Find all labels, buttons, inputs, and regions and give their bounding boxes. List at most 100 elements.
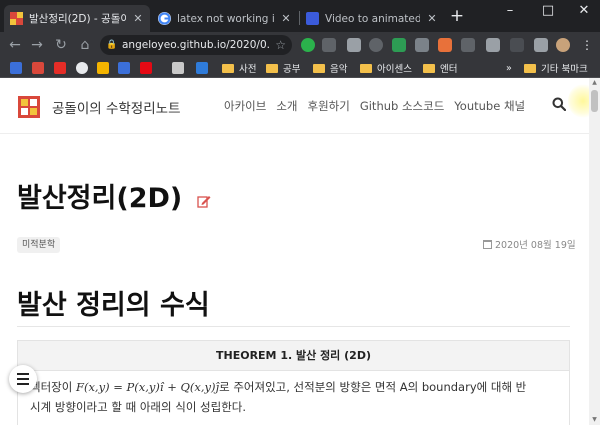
forward-button[interactable]: →: [28, 36, 46, 54]
bookmarks-overflow-button[interactable]: »: [506, 61, 512, 75]
extension-green-icon[interactable]: [301, 38, 315, 52]
scrollbar-thumb[interactable]: [591, 90, 598, 112]
category-tag[interactable]: 미적분학: [17, 237, 61, 253]
bookmark-youtube-icon[interactable]: [54, 62, 66, 74]
tab-latex[interactable]: latex not working in gith ✕: [152, 5, 298, 32]
reload-button[interactable]: ↻: [52, 36, 70, 54]
theorem-body: 벡터장이 F(x,y) = P(x,y)î + Q(x,y)ĵ로 주어져있고, …: [18, 371, 569, 423]
close-window-button[interactable]: ✕: [566, 0, 600, 22]
profile-avatar[interactable]: [556, 38, 570, 52]
site-nav: 아카이브 소개 후원하기 Github 소스코드 Youtube 채널: [224, 98, 525, 114]
theorem-box: THEOREM 1. 발산 정리 (2D) 벡터장이 F(x,y) = P(x,…: [17, 340, 570, 425]
tab-close-icon[interactable]: ✕: [280, 12, 292, 25]
bookmark-netflix-icon[interactable]: [140, 62, 152, 74]
menu-toggle-button[interactable]: [9, 365, 37, 393]
menu-bar: [17, 378, 29, 380]
nav-archive-link[interactable]: 아카이브: [224, 98, 266, 114]
scroll-down-arrow-icon[interactable]: ▼: [589, 415, 600, 425]
folder-icon: [313, 63, 325, 73]
bookmark-github-icon[interactable]: [76, 62, 88, 74]
extension-gray-icon[interactable]: [322, 38, 336, 52]
bookmark-g-icon[interactable]: [196, 62, 208, 74]
calendar-icon: [483, 239, 492, 249]
bookmark-folder-other[interactable]: 기타 북마크: [524, 61, 588, 75]
minimize-button[interactable]: –: [492, 0, 528, 22]
post-date-text: 2020년 08월 19일: [495, 240, 576, 251]
tab-close-icon[interactable]: ✕: [426, 12, 438, 25]
tab-active[interactable]: 발산정리(2D) - 공돌이의 ✕: [4, 5, 150, 32]
section-heading: 발산 정리의 수식: [17, 290, 210, 321]
google-favicon-icon: [158, 12, 171, 25]
bookmark-ads-icon[interactable]: [97, 62, 109, 74]
extensions-puzzle-icon[interactable]: [534, 38, 548, 52]
lock-icon: 🔒: [106, 40, 118, 50]
page-title: 발산정리(2D): [17, 183, 183, 214]
folder-icon: [266, 63, 278, 73]
bookmark-calendar-icon[interactable]: [10, 62, 22, 74]
tab-title: 발산정리(2D) - 공돌이의: [29, 13, 126, 25]
browser-menu-icon[interactable]: ⋮: [580, 38, 594, 52]
folder-icon: [360, 63, 372, 73]
bookmark-site-icon[interactable]: [32, 62, 44, 74]
bookmarks-bar: 사전 공부 음악 아이센스 엔터 » 기타 북마크: [0, 58, 600, 78]
new-tab-button[interactable]: +: [448, 7, 466, 25]
bookmark-drive-icon[interactable]: [118, 62, 130, 74]
theorem-line-1: 벡터장이 F(x,y) = P(x,y)î + Q(x,y)ĵ로 주어져있고, …: [30, 377, 557, 397]
browser-window: 발산정리(2D) - 공돌이의 ✕ latex not working in g…: [0, 0, 600, 425]
site-header: 공돌이의 수학정리노트 아카이브 소개 후원하기 Github 소스코드 You…: [0, 78, 600, 134]
bookmark-folder-study[interactable]: 공부: [266, 61, 300, 75]
nav-youtube-link[interactable]: Youtube 채널: [454, 98, 525, 114]
back-button[interactable]: ←: [6, 36, 24, 54]
extension-pin-icon[interactable]: [369, 38, 383, 52]
theorem-suffix: 로 주어져있고, 선적분의 방향은 면적 A의 boundary에 대해 반: [219, 380, 527, 394]
tab-video[interactable]: Video to animated GIF c ✕: [300, 5, 444, 32]
bookmark-folder-isens[interactable]: 아이센스: [360, 61, 412, 75]
extension-printer-icon[interactable]: [415, 38, 429, 52]
extension-orange-icon[interactable]: [438, 38, 452, 52]
scroll-up-arrow-icon[interactable]: ▲: [589, 78, 600, 88]
home-button[interactable]: ⌂: [76, 36, 94, 54]
theorem-line-2: 시계 방향이라고 할 때 아래의 식이 성립한다.: [30, 400, 247, 414]
nav-donate-link[interactable]: 후원하기: [308, 98, 350, 114]
nav-github-link[interactable]: Github 소스코드: [360, 98, 444, 114]
bookmark-star-icon[interactable]: ☆: [275, 38, 286, 52]
tab-bar: 발산정리(2D) - 공돌이의 ✕ latex not working in g…: [0, 0, 600, 32]
folder-icon: [423, 63, 435, 73]
maximize-button[interactable]: □: [530, 0, 566, 22]
search-icon[interactable]: [552, 97, 566, 111]
site-name-link[interactable]: 공돌이의 수학정리노트: [52, 97, 181, 117]
extension-box-icon[interactable]: [486, 38, 500, 52]
bookmark-folder-label: 사전: [239, 64, 257, 75]
bookmark-folder-label: 음악: [330, 64, 348, 75]
extension-info-icon[interactable]: [347, 38, 361, 52]
heading-divider: [17, 326, 570, 327]
folder-icon: [222, 63, 234, 73]
web-page: 공돌이의 수학정리노트 아카이브 소개 후원하기 Github 소스코드 You…: [0, 78, 600, 425]
menu-bar: [17, 373, 29, 375]
bookmark-folder-entertainment[interactable]: 엔터: [423, 61, 457, 75]
theorem-formula: F(x,y) = P(x,y)î + Q(x,y)ĵ: [75, 380, 220, 394]
site-favicon-icon: [10, 12, 23, 25]
browser-toolbar: ← → ↻ ⌂ 🔒 angeloyeo.github.io/2020/0... …: [0, 32, 600, 58]
post-date: 2020년 08월 19일: [483, 237, 576, 251]
tab-title: latex not working in gith: [177, 12, 274, 25]
evernote-extension-icon[interactable]: [392, 38, 406, 52]
address-bar[interactable]: 🔒 angeloyeo.github.io/2020/0... ☆: [100, 35, 292, 55]
tab-close-icon[interactable]: ✕: [132, 12, 144, 25]
tab-title: Video to animated GIF c: [325, 12, 420, 25]
nav-about-link[interactable]: 소개: [276, 98, 297, 114]
scrollbar[interactable]: ▲ ▼: [589, 78, 600, 425]
bookmark-folder-music[interactable]: 음악: [313, 61, 347, 75]
folder-icon: [524, 63, 536, 73]
bookmark-folder-label: 기타 북마크: [541, 64, 588, 75]
bookmark-folder-dictionary[interactable]: 사전: [222, 61, 256, 75]
bookmark-folder-label: 아이센스: [377, 64, 412, 75]
bookmark-folder-label: 엔터: [440, 64, 458, 75]
extension-tiles-icon[interactable]: [461, 38, 475, 52]
menu-bar: [17, 383, 29, 385]
bookmark-flag-icon[interactable]: [172, 62, 184, 74]
edit-icon[interactable]: [197, 194, 211, 208]
extension-rocket-icon[interactable]: [510, 38, 524, 52]
bookmark-folder-label: 공부: [283, 64, 301, 75]
site-logo-icon[interactable]: [18, 96, 40, 118]
